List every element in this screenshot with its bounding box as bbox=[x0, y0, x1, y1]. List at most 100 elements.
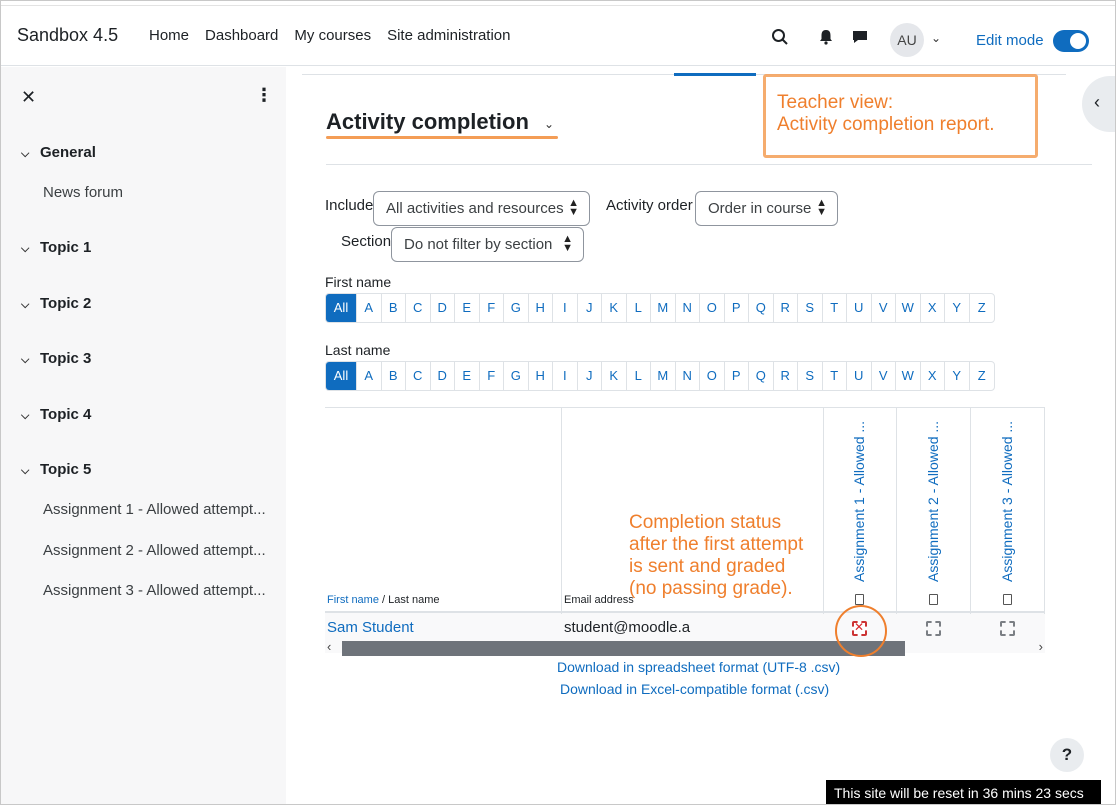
initial-filter-s[interactable]: S bbox=[798, 362, 823, 390]
initial-filter-j[interactable]: J bbox=[578, 362, 602, 390]
scrollbar-thumb[interactable] bbox=[342, 641, 905, 656]
initial-filter-z[interactable]: Z bbox=[970, 362, 995, 390]
initial-filter-k[interactable]: K bbox=[602, 362, 627, 390]
initial-filter-f[interactable]: F bbox=[480, 294, 504, 322]
scroll-right-icon[interactable]: › bbox=[1039, 639, 1043, 654]
initial-filter-all[interactable]: All bbox=[326, 362, 357, 390]
initial-filter-u[interactable]: U bbox=[847, 294, 872, 322]
sidebar-section-topic-5[interactable]: ⌵ Topic 5 bbox=[21, 461, 91, 478]
initial-filter-m[interactable]: M bbox=[651, 362, 676, 390]
close-icon[interactable]: ✕ bbox=[21, 87, 36, 108]
initial-filter-i[interactable]: I bbox=[553, 294, 578, 322]
sidebar-item-assignment-1[interactable]: Assignment 1 - Allowed attempt... bbox=[43, 501, 266, 518]
initial-filter-d[interactable]: D bbox=[431, 294, 455, 322]
initial-filter-x[interactable]: X bbox=[921, 362, 945, 390]
sort-last-name-link[interactable]: Last name bbox=[388, 594, 439, 606]
sidebar-section-general[interactable]: ⌵ General bbox=[21, 144, 96, 161]
initial-filter-w[interactable]: W bbox=[896, 362, 921, 390]
initial-filter-j[interactable]: J bbox=[578, 294, 602, 322]
completion-incomplete-icon[interactable] bbox=[926, 621, 941, 636]
kebab-menu-icon[interactable]: ⋮ bbox=[255, 85, 273, 106]
initial-filter-w[interactable]: W bbox=[896, 294, 921, 322]
sidebar-item-assignment-2[interactable]: Assignment 2 - Allowed attempt... bbox=[43, 542, 266, 559]
chevron-down-icon[interactable]: ⌵ bbox=[21, 299, 35, 312]
chevron-down-icon[interactable]: ⌵ bbox=[21, 465, 35, 478]
initial-filter-s[interactable]: S bbox=[798, 294, 823, 322]
sidebar-section-topic-4[interactable]: ⌵ Topic 4 bbox=[21, 406, 91, 423]
horizontal-scrollbar[interactable]: ‹ › bbox=[325, 639, 1045, 656]
user-avatar[interactable]: AU bbox=[890, 23, 924, 57]
search-icon[interactable] bbox=[771, 28, 789, 46]
initial-filter-c[interactable]: C bbox=[406, 294, 431, 322]
initial-filter-l[interactable]: L bbox=[627, 362, 651, 390]
initial-filter-x[interactable]: X bbox=[921, 294, 945, 322]
initial-filter-v[interactable]: V bbox=[872, 362, 896, 390]
initial-filter-p[interactable]: P bbox=[725, 294, 749, 322]
initial-filter-b[interactable]: B bbox=[382, 362, 406, 390]
initial-filter-o[interactable]: O bbox=[700, 362, 725, 390]
initial-filter-m[interactable]: M bbox=[651, 294, 676, 322]
initial-filter-q[interactable]: Q bbox=[749, 294, 774, 322]
initial-filter-d[interactable]: D bbox=[431, 362, 455, 390]
site-brand[interactable]: Sandbox 4.5 bbox=[17, 25, 118, 46]
sidebar-section-topic-2[interactable]: ⌵ Topic 2 bbox=[21, 295, 91, 312]
sidebar-item-news-forum[interactable]: News forum bbox=[43, 184, 123, 201]
completion-incomplete-icon[interactable] bbox=[1000, 621, 1015, 636]
edit-mode-toggle[interactable] bbox=[1053, 30, 1089, 52]
initial-filter-h[interactable]: H bbox=[529, 294, 553, 322]
initial-filter-t[interactable]: T bbox=[823, 362, 847, 390]
initial-filter-v[interactable]: V bbox=[872, 294, 896, 322]
download-excel-link[interactable]: Download in Excel-compatible format (.cs… bbox=[560, 681, 829, 697]
initial-filter-f[interactable]: F bbox=[480, 362, 504, 390]
initial-filter-i[interactable]: I bbox=[553, 362, 578, 390]
initial-filter-l[interactable]: L bbox=[627, 294, 651, 322]
nav-link-dashboard[interactable]: Dashboard bbox=[205, 27, 278, 44]
initial-filter-k[interactable]: K bbox=[602, 294, 627, 322]
messages-icon[interactable] bbox=[851, 28, 869, 46]
initial-filter-all[interactable]: All bbox=[326, 294, 357, 322]
initial-filter-g[interactable]: G bbox=[504, 362, 529, 390]
initial-filter-o[interactable]: O bbox=[700, 294, 725, 322]
activity-order-select[interactable]: Order in course ▲ ▼ bbox=[695, 191, 838, 226]
sidebar-section-topic-3[interactable]: ⌵ Topic 3 bbox=[21, 350, 91, 367]
initial-filter-p[interactable]: P bbox=[725, 362, 749, 390]
activity-header-3[interactable]: Assignment 3 - Allowed ... bbox=[999, 421, 1015, 582]
page-title[interactable]: Activity completion bbox=[326, 109, 529, 135]
initial-filter-r[interactable]: R bbox=[774, 362, 798, 390]
chevron-down-icon[interactable]: ⌵ bbox=[21, 410, 35, 423]
scroll-left-icon[interactable]: ‹ bbox=[327, 639, 331, 654]
chevron-down-icon[interactable]: ⌄ bbox=[931, 31, 941, 45]
initial-filter-e[interactable]: E bbox=[455, 362, 480, 390]
initial-filter-y[interactable]: Y bbox=[945, 294, 970, 322]
activity-header-1[interactable]: Assignment 1 - Allowed ... bbox=[851, 421, 867, 582]
chevron-down-icon[interactable]: ⌵ bbox=[21, 243, 35, 256]
help-button[interactable]: ? bbox=[1050, 738, 1084, 772]
initial-filter-a[interactable]: A bbox=[357, 362, 382, 390]
sort-first-name-link[interactable]: First name bbox=[327, 594, 379, 606]
nav-link-my-courses[interactable]: My courses bbox=[294, 27, 371, 44]
initial-filter-g[interactable]: G bbox=[504, 294, 529, 322]
sidebar-item-assignment-3[interactable]: Assignment 3 - Allowed attempt... bbox=[43, 582, 266, 599]
initial-filter-h[interactable]: H bbox=[529, 362, 553, 390]
activity-header-2[interactable]: Assignment 2 - Allowed ... bbox=[925, 421, 941, 582]
chevron-down-icon[interactable]: ⌵ bbox=[21, 148, 35, 161]
initial-filter-q[interactable]: Q bbox=[749, 362, 774, 390]
initial-filter-a[interactable]: A bbox=[357, 294, 382, 322]
section-select[interactable]: Do not filter by section ▲ ▼ bbox=[391, 227, 584, 262]
initial-filter-n[interactable]: N bbox=[676, 294, 700, 322]
nav-link-site-administration[interactable]: Site administration bbox=[387, 27, 510, 44]
initial-filter-r[interactable]: R bbox=[774, 294, 798, 322]
initial-filter-u[interactable]: U bbox=[847, 362, 872, 390]
chevron-down-icon[interactable]: ⌵ bbox=[21, 354, 35, 367]
chevron-down-icon[interactable]: ⌄ bbox=[544, 117, 554, 131]
bell-icon[interactable] bbox=[817, 28, 835, 46]
initial-filter-c[interactable]: C bbox=[406, 362, 431, 390]
include-select[interactable]: All activities and resources ▲ ▼ bbox=[373, 191, 590, 226]
nav-link-home[interactable]: Home bbox=[149, 27, 189, 44]
initial-filter-t[interactable]: T bbox=[823, 294, 847, 322]
initial-filter-z[interactable]: Z bbox=[970, 294, 995, 322]
initial-filter-e[interactable]: E bbox=[455, 294, 480, 322]
initial-filter-b[interactable]: B bbox=[382, 294, 406, 322]
initial-filter-y[interactable]: Y bbox=[945, 362, 970, 390]
initial-filter-n[interactable]: N bbox=[676, 362, 700, 390]
